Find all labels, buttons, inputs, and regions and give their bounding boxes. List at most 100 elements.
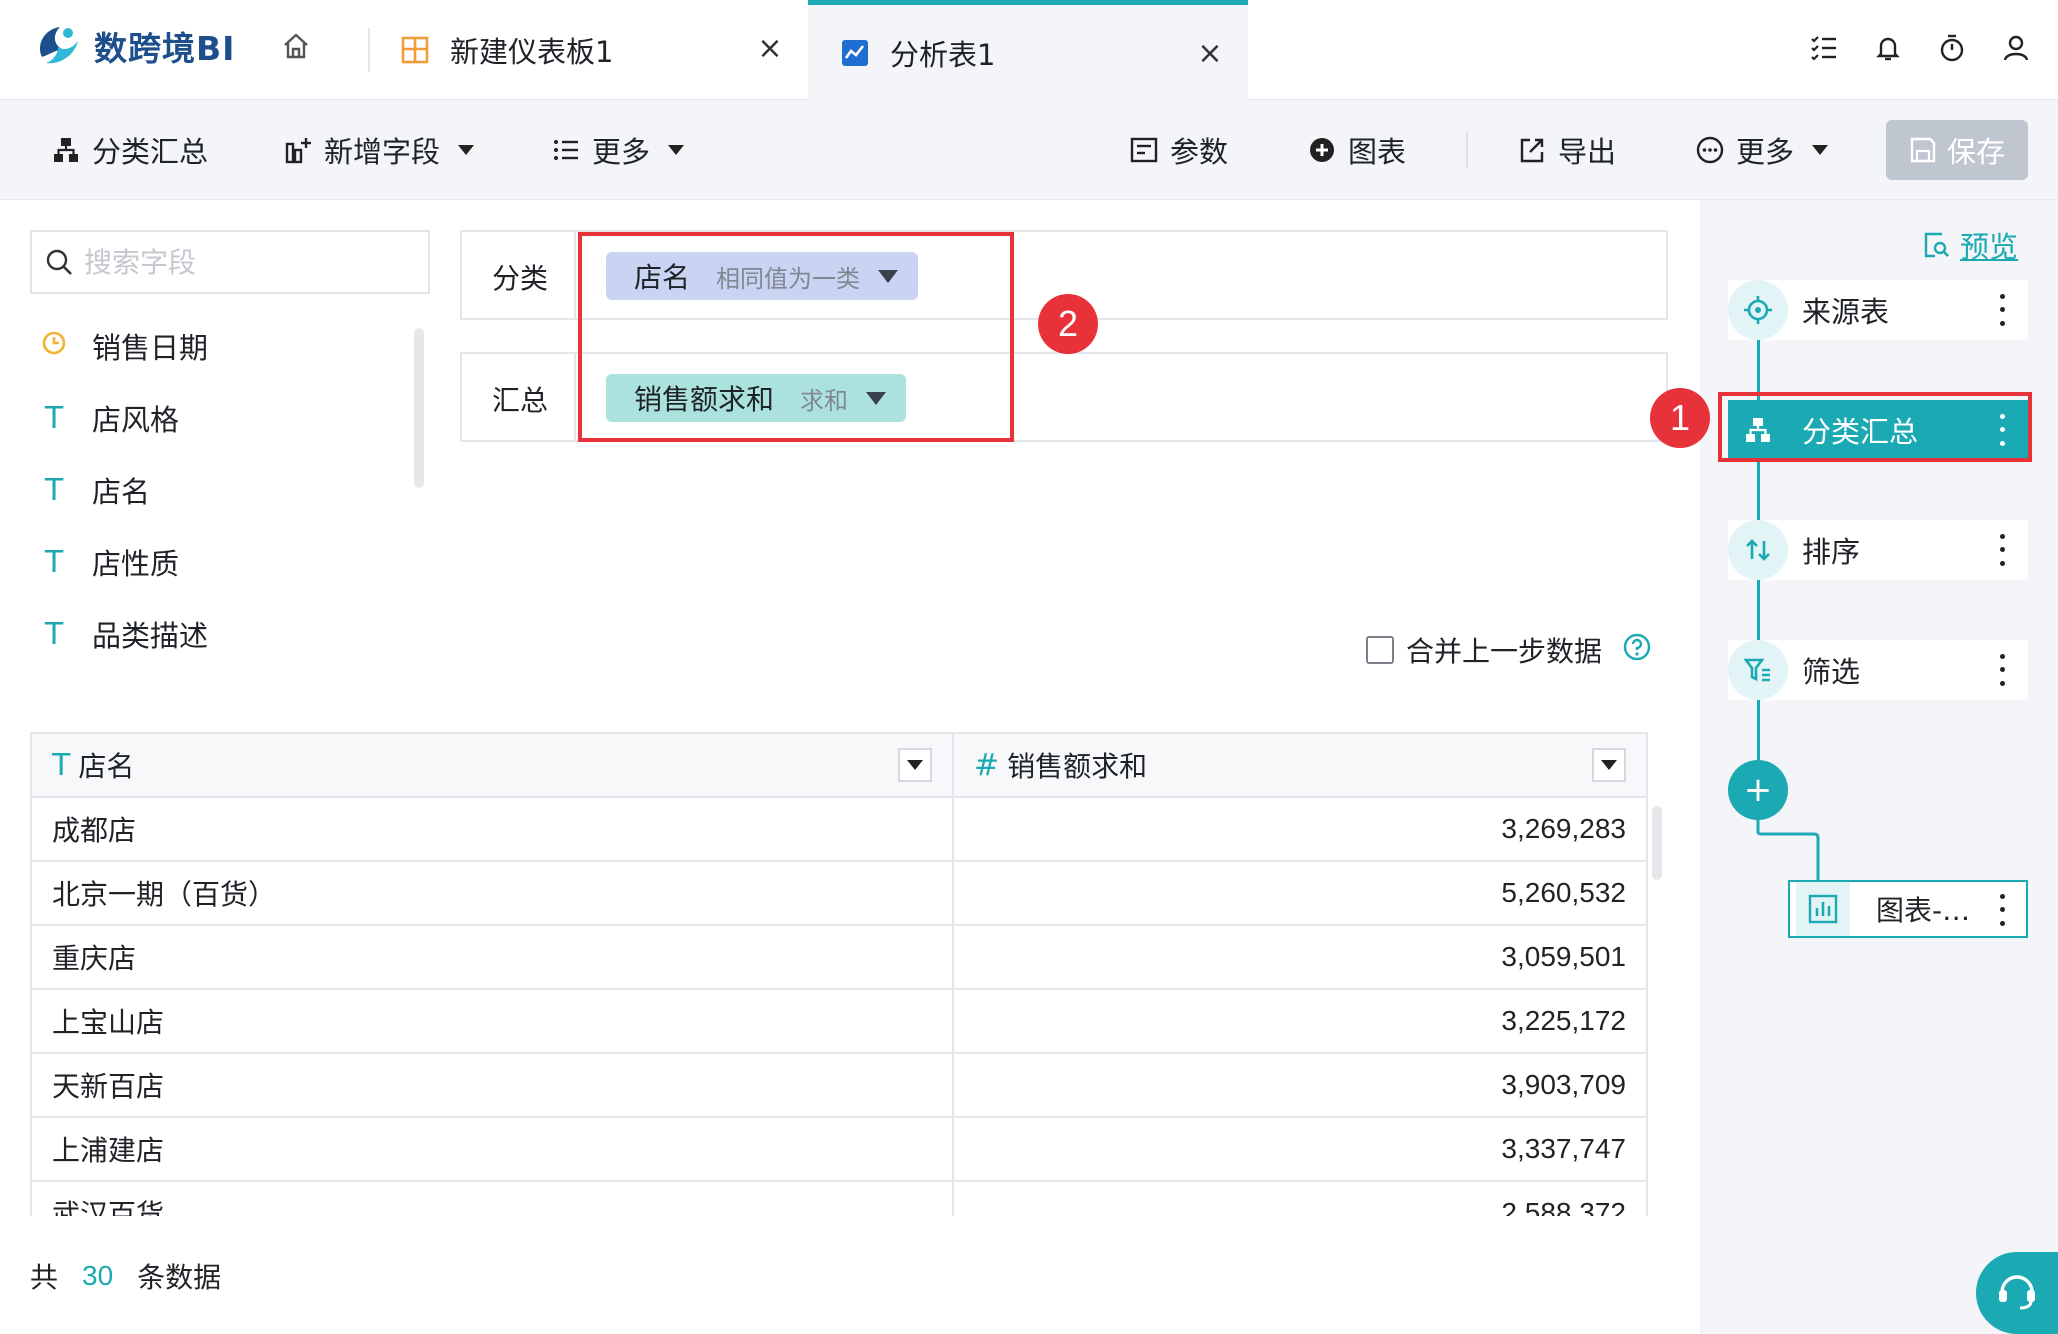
field-item-store-name[interactable]: T 店名: [40, 454, 400, 526]
annotation-box-config: [578, 232, 1014, 442]
clock-icon: [40, 329, 68, 364]
toolbar-label: 更多: [592, 135, 651, 169]
cell-sales: 2,588,372: [952, 1180, 1648, 1216]
flow-node-chart[interactable]: 图表-…: [1788, 880, 2028, 938]
crosshair-icon: [1728, 280, 1788, 340]
group-by-label: 分类: [492, 262, 549, 295]
tab-analysis-table[interactable]: 分析表1 ×: [808, 0, 1248, 100]
bar-chart-icon: [1796, 882, 1850, 936]
table-row: 北京一期（百货） 5,260,532: [30, 860, 1648, 926]
chevron-down-icon: [1812, 145, 1829, 155]
save-label: 保存: [1946, 135, 2005, 169]
column-menu-button[interactable]: [1592, 748, 1626, 782]
add-chart-button[interactable]: 图表: [1308, 126, 1406, 174]
top-tab-bar: 数跨境BI 新建仪表板1 × 分析表1 ×: [0, 0, 2058, 100]
timer-icon[interactable]: [1934, 28, 1970, 68]
search-icon: [46, 249, 72, 275]
flow-node-source[interactable]: 来源表: [1728, 280, 2028, 340]
close-icon[interactable]: ×: [1192, 35, 1228, 71]
add-field-button[interactable]: 新增字段: [284, 126, 475, 174]
params-icon: [1130, 137, 1158, 163]
table-scrollbar[interactable]: [1652, 806, 1662, 880]
field-item-category-desc[interactable]: T 品类描述: [40, 598, 400, 670]
more-left-button[interactable]: 更多: [552, 126, 685, 174]
column-menu-button[interactable]: [898, 748, 932, 782]
flow-node-filter[interactable]: 筛选: [1728, 640, 2028, 700]
export-icon: [1520, 138, 1544, 163]
annotation-badge-2: 2: [1038, 294, 1098, 354]
add-step-button[interactable]: +: [1728, 760, 1788, 820]
logo-icon: [40, 27, 78, 64]
column-header-store-name[interactable]: T 店名: [30, 732, 954, 798]
sort-icon: [1728, 520, 1788, 580]
help-icon[interactable]: [1622, 632, 1652, 669]
more-vertical-icon[interactable]: [1992, 290, 2012, 330]
row-count: 共 30 条数据: [30, 1256, 221, 1296]
export-button[interactable]: 导出: [1518, 126, 1616, 174]
save-button[interactable]: 保存: [1886, 120, 2028, 180]
group-summary-button[interactable]: 分类汇总: [52, 126, 208, 174]
row-divider: [574, 232, 576, 318]
group-icon: [54, 138, 78, 162]
more-vertical-icon[interactable]: [1992, 650, 2012, 690]
data-grid: T 店名 # 销售额求和 成都店 3,269,283 北京一期（百货） 5,260,53…: [30, 732, 1648, 1216]
app-logo[interactable]: 数跨境BI: [32, 16, 235, 76]
chevron-down-icon: [668, 145, 685, 155]
list-icon: [554, 140, 578, 160]
brand-name: 数跨境BI: [94, 29, 236, 68]
field-label: 店性质: [92, 547, 180, 581]
chevron-down-icon: [1601, 760, 1617, 770]
task-list-icon[interactable]: [1806, 28, 1842, 68]
field-item-store-nature[interactable]: T 店性质: [40, 526, 400, 598]
preview-link[interactable]: 预览: [1922, 224, 2018, 266]
field-item-sales-date[interactable]: 销售日期: [40, 310, 400, 382]
node-label: 筛选: [1802, 655, 1861, 689]
field-label: 销售日期: [92, 331, 209, 365]
text-type-icon: T: [52, 747, 71, 783]
bell-icon[interactable]: [1870, 28, 1906, 68]
merge-checkbox[interactable]: [1366, 636, 1394, 664]
close-icon[interactable]: ×: [752, 30, 788, 66]
home-icon[interactable]: [276, 26, 316, 66]
toolbar-divider: [1466, 132, 1468, 168]
support-chat-button[interactable]: [1976, 1252, 2058, 1334]
chevron-down-icon: [458, 145, 475, 155]
plus-circle-icon: [1310, 138, 1334, 162]
params-button[interactable]: 参数: [1130, 126, 1228, 174]
cell-store: 天新百店: [30, 1052, 954, 1118]
toolbar-label: 分类汇总: [92, 135, 209, 169]
node-label: 图表-…: [1876, 894, 1971, 927]
preview-icon: [1924, 232, 1949, 258]
cell-sales: 3,269,283: [952, 796, 1648, 862]
text-type-icon: T: [44, 400, 64, 436]
more-vertical-icon[interactable]: [1992, 890, 2012, 930]
field-label: 店风格: [92, 403, 180, 437]
column-header-sales-sum[interactable]: # 销售额求和: [952, 732, 1648, 798]
tab-dashboard[interactable]: 新建仪表板1 ×: [368, 0, 808, 100]
node-label: 排序: [1802, 535, 1861, 569]
field-panel: 销售日期 T 店风格 T 店名 T 店性质 T 品类描述: [0, 200, 440, 700]
row-divider: [574, 354, 576, 440]
flow-branch-connector: [1756, 818, 1820, 882]
annotation-badge-1: 1: [1650, 388, 1710, 448]
more-vertical-icon[interactable]: [1992, 530, 2012, 570]
chevron-down-icon: [907, 760, 923, 770]
preview-label: 预览: [1960, 230, 2019, 264]
cell-store: 重庆店: [30, 924, 954, 990]
field-list-scrollbar[interactable]: [414, 328, 424, 488]
flow-node-sort[interactable]: 排序: [1728, 520, 2028, 580]
dashboard-icon: [400, 35, 430, 65]
table-row: 武汉百货 2,588,372: [30, 1180, 1648, 1216]
search-input[interactable]: [84, 245, 404, 279]
field-item-store-style[interactable]: T 店风格: [40, 382, 400, 454]
table-row: 成都店 3,269,283: [30, 796, 1648, 862]
count-suffix: 条数据: [137, 1261, 222, 1294]
merge-label: 合并上一步数据: [1406, 635, 1603, 668]
field-search[interactable]: [30, 230, 430, 294]
user-icon[interactable]: [1998, 28, 2034, 68]
merge-previous-option[interactable]: 合并上一步数据: [1366, 630, 1652, 670]
filter-icon: [1728, 640, 1788, 700]
toolbar-label: 参数: [1170, 135, 1229, 169]
chat-icon: [1999, 1275, 2035, 1310]
more-right-button[interactable]: 更多: [1696, 126, 1829, 174]
